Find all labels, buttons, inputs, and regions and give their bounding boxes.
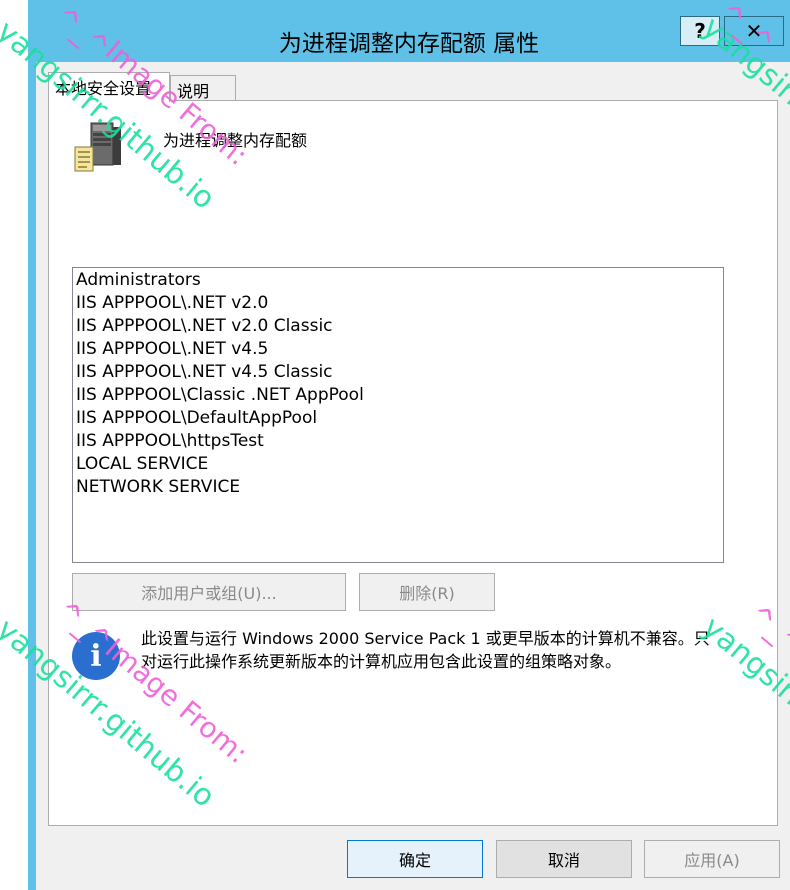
add-user-or-group-button[interactable]: 添加用户或组(U)... (72, 573, 346, 611)
list-item[interactable]: IIS APPPOOL\.NET v4.5 (76, 338, 720, 361)
list-item[interactable]: IIS APPPOOL\.NET v2.0 Classic (76, 315, 720, 338)
ok-button[interactable]: 确定 (347, 840, 483, 878)
list-item[interactable]: IIS APPPOOL\.NET v2.0 (76, 292, 720, 315)
tab-explain[interactable]: 说明 (170, 75, 236, 102)
close-icon: ✕ (745, 19, 763, 43)
properties-window: 为进程调整内存配额 属性 ? ✕ 本地安全设置 说明 为进程调整内存配额 Adm… (0, 0, 790, 890)
cancel-button[interactable]: 取消 (496, 840, 632, 878)
list-item[interactable]: LOCAL SERVICE (76, 453, 720, 476)
help-button[interactable]: ? (680, 16, 720, 46)
list-item[interactable]: NETWORK SERVICE (76, 476, 720, 499)
account-listbox[interactable]: Administrators IIS APPPOOL\.NET v2.0 IIS… (72, 267, 724, 563)
help-icon: ? (694, 19, 706, 43)
tab-local-security-setting[interactable]: 本地安全设置 (48, 72, 170, 102)
list-item[interactable]: IIS APPPOOL\DefaultAppPool (76, 407, 720, 430)
remove-button[interactable]: 删除(R) (359, 573, 495, 611)
policy-name: 为进程调整内存配额 (163, 131, 308, 150)
window-title: 为进程调整内存配额 属性 (278, 31, 540, 57)
dialog-client-area: 本地安全设置 说明 为进程调整内存配额 Administrators IIS A… (36, 62, 790, 890)
close-button[interactable]: ✕ (724, 16, 784, 46)
background-strip (0, 0, 28, 890)
list-item[interactable]: IIS APPPOOL\.NET v4.5 Classic (76, 361, 720, 384)
apply-button[interactable]: 应用(A) (644, 840, 780, 878)
list-item[interactable]: Administrators (76, 269, 720, 292)
list-item[interactable]: IIS APPPOOL\httpsTest (76, 430, 720, 453)
compatibility-note: 此设置与运行 Windows 2000 Service Pack 1 或更早版本… (141, 629, 710, 671)
tab-panel: 为进程调整内存配额 Administrators IIS APPPOOL\.NE… (48, 100, 778, 826)
server-policy-icon (73, 121, 125, 175)
info-icon: i (72, 632, 120, 680)
title-bar[interactable]: 为进程调整内存配额 属性 ? ✕ (28, 12, 790, 62)
list-item[interactable]: IIS APPPOOL\Classic .NET AppPool (76, 384, 720, 407)
